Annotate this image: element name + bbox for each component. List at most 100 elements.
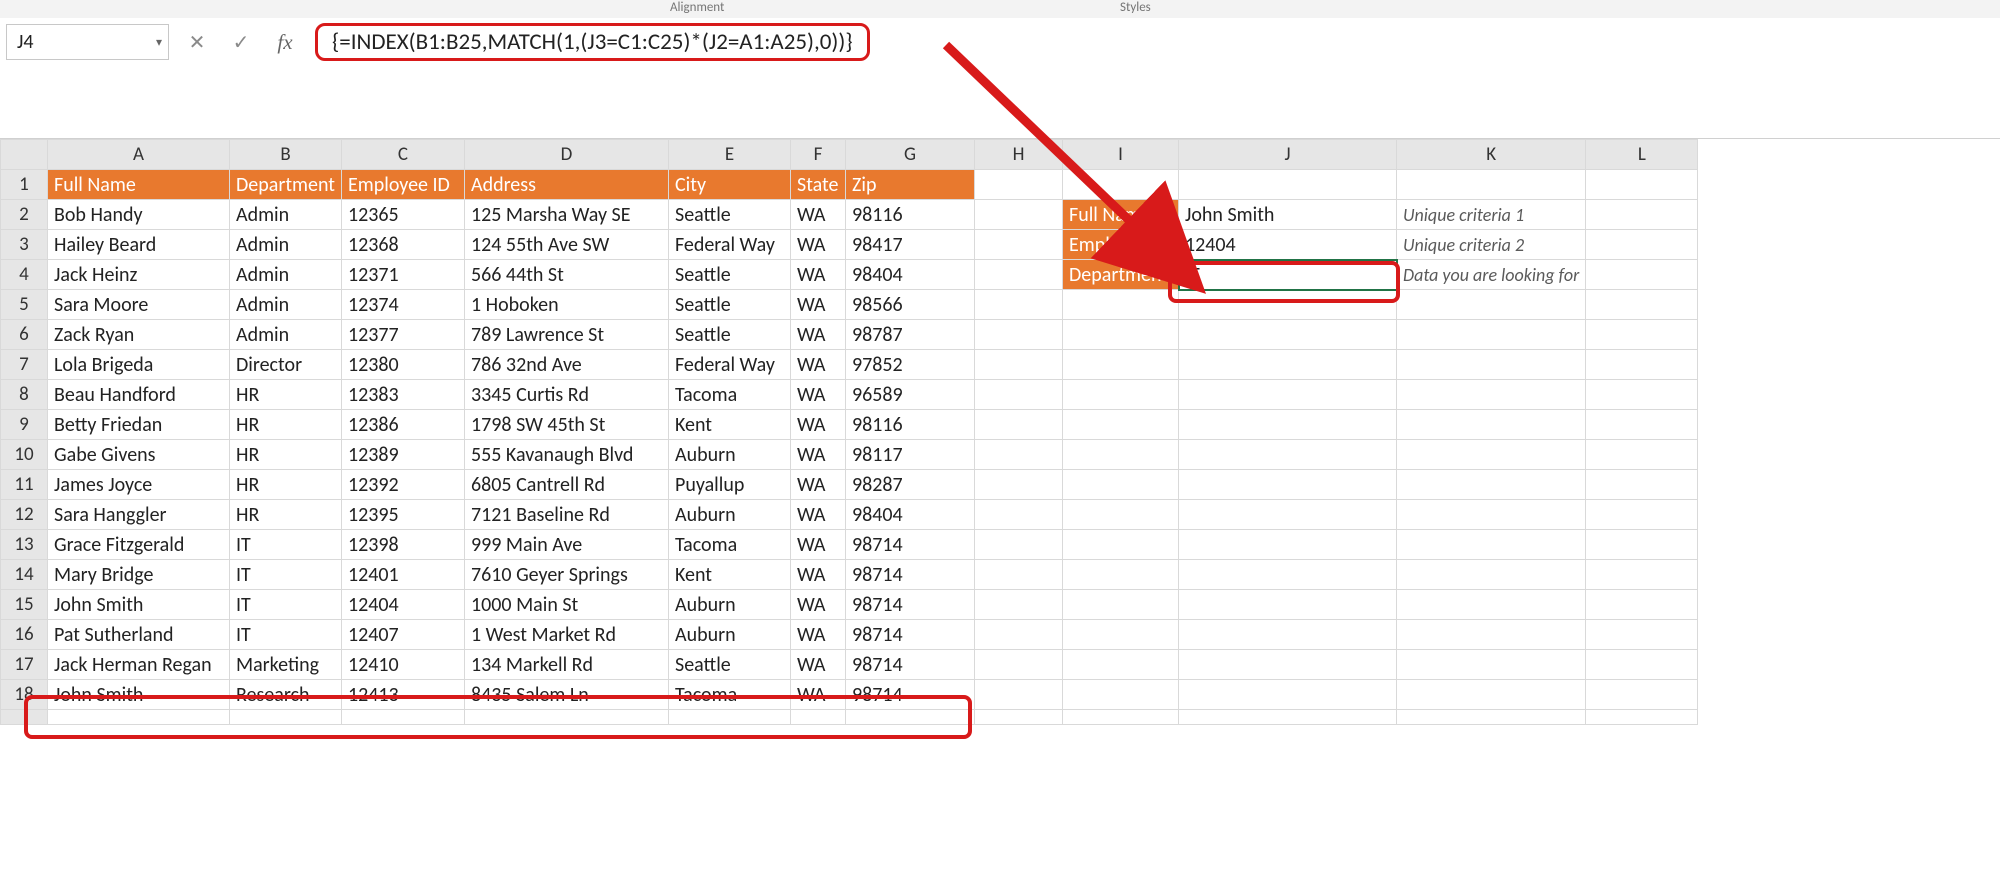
cell-H1[interactable] (975, 170, 1063, 200)
cell-C4[interactable]: 12371 (342, 260, 465, 290)
spreadsheet-grid[interactable]: A B C D E F G H I J K L 1 Full Name Depa… (0, 139, 2000, 725)
select-all-corner[interactable] (1, 140, 48, 170)
cell-G2[interactable]: 98116 (846, 200, 975, 230)
row-4: 4 Jack Heinz Admin 12371 566 44th St Sea… (1, 260, 1698, 290)
cell-G5[interactable]: 98566 (846, 290, 975, 320)
row-header-12[interactable]: 12 (1, 500, 48, 530)
col-header-A[interactable]: A (48, 140, 230, 170)
cell-L4[interactable] (1586, 260, 1698, 290)
cell-J1[interactable] (1179, 170, 1397, 200)
cell-C3[interactable]: 12368 (342, 230, 465, 260)
row-header-9[interactable]: 9 (1, 410, 48, 440)
hdr-state[interactable]: State (791, 170, 846, 200)
name-box-value: J4 (17, 30, 34, 54)
cell-D2[interactable]: 125 Marsha Way SE (465, 200, 669, 230)
lookup-label-fullname[interactable]: Full Name (1063, 200, 1179, 230)
cell-G3[interactable]: 98417 (846, 230, 975, 260)
cell-A3[interactable]: Hailey Beard (48, 230, 230, 260)
row-header-7[interactable]: 7 (1, 350, 48, 380)
col-header-B[interactable]: B (230, 140, 342, 170)
cell-B5[interactable]: Admin (230, 290, 342, 320)
cell-L3[interactable] (1586, 230, 1698, 260)
check-icon: ✓ (233, 30, 250, 55)
cell-E3[interactable]: Federal Way (669, 230, 791, 260)
row-15: 15 John Smith IT 12404 1000 Main St Aubu… (1, 590, 1698, 620)
row-header-5[interactable]: 5 (1, 290, 48, 320)
col-header-L[interactable]: L (1586, 140, 1698, 170)
row-header-13[interactable]: 13 (1, 530, 48, 560)
cell-A4[interactable]: Jack Heinz (48, 260, 230, 290)
hdr-zip[interactable]: Zip (846, 170, 975, 200)
row-header-11[interactable]: 11 (1, 470, 48, 500)
annot-crit2: Unique criteria 2 (1397, 230, 1586, 260)
insert-function-button[interactable]: fx (263, 25, 307, 59)
col-header-E[interactable]: E (669, 140, 791, 170)
row-6: 6 Zack Ryan Admin 12377 789 Lawrence St … (1, 320, 1698, 350)
row-12: 12 Sara Hanggler HR 12395 7121 Baseline … (1, 500, 1698, 530)
cell-F3[interactable]: WA (791, 230, 846, 260)
cell-B4[interactable]: Admin (230, 260, 342, 290)
formula-input[interactable]: {=INDEX(B1:B25,MATCH(1,(J3=C1:C25)*(J2=A… (315, 23, 870, 61)
row-header-4[interactable]: 4 (1, 260, 48, 290)
col-header-G[interactable]: G (846, 140, 975, 170)
hdr-address[interactable]: Address (465, 170, 669, 200)
row-header-17[interactable]: 17 (1, 650, 48, 680)
lookup-value-dept[interactable]: IT (1179, 260, 1397, 290)
row-1: 1 Full Name Department Employee ID Addre… (1, 170, 1698, 200)
col-header-J[interactable]: J (1179, 140, 1397, 170)
name-box[interactable]: J4 ▾ (6, 24, 169, 60)
cell-B3[interactable]: Admin (230, 230, 342, 260)
cancel-entry-button[interactable]: ✕ (175, 25, 219, 59)
cell-G4[interactable]: 98404 (846, 260, 975, 290)
lookup-value-fullname[interactable]: John Smith (1179, 200, 1397, 230)
lookup-label-dept[interactable]: Department (1063, 260, 1179, 290)
hdr-city[interactable]: City (669, 170, 791, 200)
row-header-10[interactable]: 10 (1, 440, 48, 470)
col-header-K[interactable]: K (1397, 140, 1586, 170)
cell-E5[interactable]: Seattle (669, 290, 791, 320)
cell-E2[interactable]: Seattle (669, 200, 791, 230)
row-header-1[interactable]: 1 (1, 170, 48, 200)
col-header-H[interactable]: H (975, 140, 1063, 170)
row-header-15[interactable]: 15 (1, 590, 48, 620)
row-header-6[interactable]: 6 (1, 320, 48, 350)
chevron-down-icon[interactable]: ▾ (156, 35, 162, 50)
lookup-label-empid[interactable]: Employee ID (1063, 230, 1179, 260)
cell-F4[interactable]: WA (791, 260, 846, 290)
row-header-14[interactable]: 14 (1, 560, 48, 590)
cell-C2[interactable]: 12365 (342, 200, 465, 230)
cell-D4[interactable]: 566 44th St (465, 260, 669, 290)
cell-D5[interactable]: 1 Hoboken (465, 290, 669, 320)
row-16: 16 Pat Sutherland IT 12407 1 West Market… (1, 620, 1698, 650)
cell-I1[interactable] (1063, 170, 1179, 200)
row-header-18[interactable]: 18 (1, 680, 48, 710)
cell-H3[interactable] (975, 230, 1063, 260)
lookup-value-empid[interactable]: 12404 (1179, 230, 1397, 260)
col-header-C[interactable]: C (342, 140, 465, 170)
cell-D3[interactable]: 124 55th Ave SW (465, 230, 669, 260)
row-header-8[interactable]: 8 (1, 380, 48, 410)
hdr-fullname[interactable]: Full Name (48, 170, 230, 200)
col-header-D[interactable]: D (465, 140, 669, 170)
cell-A5[interactable]: Sara Moore (48, 290, 230, 320)
cell-L1[interactable] (1586, 170, 1698, 200)
cell-A2[interactable]: Bob Handy (48, 200, 230, 230)
col-header-I[interactable]: I (1063, 140, 1179, 170)
hdr-empid[interactable]: Employee ID (342, 170, 465, 200)
cell-K1[interactable] (1397, 170, 1586, 200)
cell-L2[interactable] (1586, 200, 1698, 230)
row-header-16[interactable]: 16 (1, 620, 48, 650)
cell-H4[interactable] (975, 260, 1063, 290)
accept-entry-button[interactable]: ✓ (219, 25, 263, 59)
row-header-3[interactable]: 3 (1, 230, 48, 260)
cell-C5[interactable]: 12374 (342, 290, 465, 320)
hdr-department[interactable]: Department (230, 170, 342, 200)
cell-F5[interactable]: WA (791, 290, 846, 320)
cell-B2[interactable]: Admin (230, 200, 342, 230)
cell-E4[interactable]: Seattle (669, 260, 791, 290)
cell-F2[interactable]: WA (791, 200, 846, 230)
col-header-F[interactable]: F (791, 140, 846, 170)
cell-H2[interactable] (975, 200, 1063, 230)
row-header-2[interactable]: 2 (1, 200, 48, 230)
row-header-19[interactable] (1, 710, 48, 725)
